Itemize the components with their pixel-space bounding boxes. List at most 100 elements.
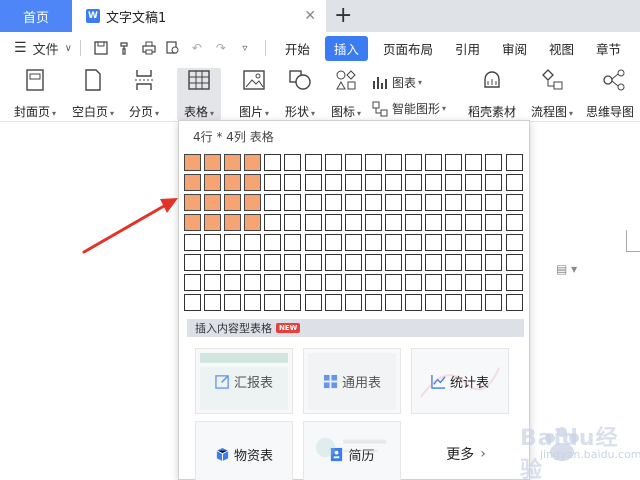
table-grid-cell[interactable] — [505, 274, 523, 291]
table-grid-cell[interactable] — [324, 174, 342, 191]
table-grid-cell[interactable] — [364, 294, 382, 311]
paste-options-icon[interactable]: ▤ ▾ — [556, 262, 577, 276]
general-table-card[interactable]: 通用表 — [303, 348, 401, 414]
table-grid-cell[interactable] — [485, 254, 503, 271]
table-grid-cell[interactable] — [384, 294, 402, 311]
table-grid-cell[interactable] — [344, 174, 362, 191]
table-grid-cell[interactable] — [224, 234, 242, 251]
table-grid-cell[interactable] — [465, 294, 483, 311]
flowchart-button[interactable]: 流程图 ▾ — [528, 68, 576, 120]
table-grid-cell[interactable] — [344, 274, 362, 291]
table-grid-cell[interactable] — [204, 154, 222, 171]
table-grid-cell[interactable] — [485, 234, 503, 251]
hamburger-icon[interactable]: ☰ — [14, 40, 27, 56]
tab-view[interactable]: 视图 — [549, 39, 574, 58]
table-grid-cell[interactable] — [264, 294, 282, 311]
table-grid-cell[interactable] — [505, 254, 523, 271]
table-grid-cell[interactable] — [384, 254, 402, 271]
mindmap-button[interactable]: 思维导图 — [586, 68, 640, 120]
table-grid-cell[interactable] — [505, 234, 523, 251]
table-grid-cell[interactable] — [264, 174, 282, 191]
table-grid-cell[interactable] — [384, 234, 402, 251]
tab-page-layout[interactable]: 页面布局 — [383, 39, 433, 58]
table-grid-cell[interactable] — [425, 194, 443, 211]
table-grid-cell[interactable] — [505, 154, 523, 171]
table-grid-cell[interactable] — [505, 174, 523, 191]
table-grid-cell[interactable] — [425, 294, 443, 311]
table-grid-cell[interactable] — [425, 214, 443, 231]
table-grid-cell[interactable] — [264, 274, 282, 291]
table-grid-cell[interactable] — [405, 194, 423, 211]
table-grid-cell[interactable] — [304, 234, 322, 251]
smartart-button[interactable]: 智能图形 ▾ — [372, 100, 446, 117]
close-icon[interactable]: ✕ — [304, 8, 316, 24]
table-button[interactable]: 表格 ▾ — [177, 68, 221, 120]
table-grid-cell[interactable] — [244, 194, 262, 211]
print-icon[interactable] — [141, 40, 157, 56]
table-grid-cell[interactable] — [284, 214, 302, 231]
picture-button[interactable]: 图片 ▾ — [234, 68, 274, 120]
blank-page-button[interactable]: 空白页 ▾ — [68, 68, 118, 120]
table-grid-cell[interactable] — [204, 274, 222, 291]
table-grid-cell[interactable] — [364, 194, 382, 211]
supplies-table-card[interactable]: 物资表 — [195, 421, 293, 480]
table-grid-cell[interactable] — [445, 174, 463, 191]
table-grid-cell[interactable] — [364, 214, 382, 231]
table-grid-cell[interactable] — [204, 214, 222, 231]
table-grid-cell[interactable] — [284, 174, 302, 191]
table-grid-cell[interactable] — [304, 294, 322, 311]
table-grid-cell[interactable] — [324, 274, 342, 291]
tab-section[interactable]: 章节 — [596, 39, 621, 58]
table-grid-cell[interactable] — [244, 214, 262, 231]
table-grid-cell[interactable] — [244, 254, 262, 271]
table-grid-cell[interactable] — [445, 294, 463, 311]
table-grid-cell[interactable] — [304, 154, 322, 171]
table-grid-cell[interactable] — [425, 174, 443, 191]
table-grid-cell[interactable] — [204, 254, 222, 271]
table-grid-cell[interactable] — [284, 294, 302, 311]
customize-quick-access-icon[interactable]: ▿ — [237, 40, 253, 56]
table-size-grid[interactable] — [184, 154, 523, 311]
table-grid-cell[interactable] — [284, 254, 302, 271]
table-grid-cell[interactable] — [224, 294, 242, 311]
table-grid-cell[interactable] — [324, 234, 342, 251]
table-grid-cell[interactable] — [284, 274, 302, 291]
table-grid-cell[interactable] — [505, 194, 523, 211]
table-grid-cell[interactable] — [445, 274, 463, 291]
tab-review[interactable]: 审阅 — [502, 39, 527, 58]
table-grid-cell[interactable] — [405, 234, 423, 251]
table-grid-cell[interactable] — [405, 294, 423, 311]
table-grid-cell[interactable] — [465, 154, 483, 171]
table-grid-cell[interactable] — [184, 154, 201, 171]
file-menu[interactable]: 文件 — [33, 39, 59, 58]
cover-page-button[interactable]: 封面页 ▾ — [10, 68, 60, 120]
table-grid-cell[interactable] — [405, 254, 423, 271]
table-grid-cell[interactable] — [445, 254, 463, 271]
table-grid-cell[interactable] — [204, 174, 222, 191]
table-grid-cell[interactable] — [284, 234, 302, 251]
table-grid-cell[interactable] — [184, 254, 201, 271]
save-icon[interactable] — [93, 40, 109, 56]
table-grid-cell[interactable] — [224, 214, 242, 231]
table-grid-cell[interactable] — [324, 254, 342, 271]
table-grid-cell[interactable] — [184, 174, 201, 191]
table-grid-cell[interactable] — [184, 234, 201, 251]
table-grid-cell[interactable] — [384, 154, 402, 171]
statistics-table-card[interactable]: 统计表 — [411, 348, 509, 414]
table-grid-cell[interactable] — [344, 214, 362, 231]
table-grid-cell[interactable] — [445, 154, 463, 171]
chevron-down-icon[interactable]: ∨ — [65, 43, 72, 54]
table-grid-cell[interactable] — [224, 174, 242, 191]
table-grid-cell[interactable] — [244, 274, 262, 291]
table-grid-cell[interactable] — [264, 154, 282, 171]
table-grid-cell[interactable] — [304, 174, 322, 191]
more-templates-button[interactable]: 更多 › — [411, 421, 521, 480]
table-grid-cell[interactable] — [304, 214, 322, 231]
tab-document[interactable]: W 文字文稿1 ✕ — [72, 0, 326, 32]
table-grid-cell[interactable] — [184, 274, 201, 291]
table-grid-cell[interactable] — [425, 254, 443, 271]
table-grid-cell[interactable] — [324, 214, 342, 231]
shape-button[interactable]: 形状 ▾ — [280, 68, 320, 120]
table-grid-cell[interactable] — [324, 154, 342, 171]
table-grid-cell[interactable] — [264, 254, 282, 271]
